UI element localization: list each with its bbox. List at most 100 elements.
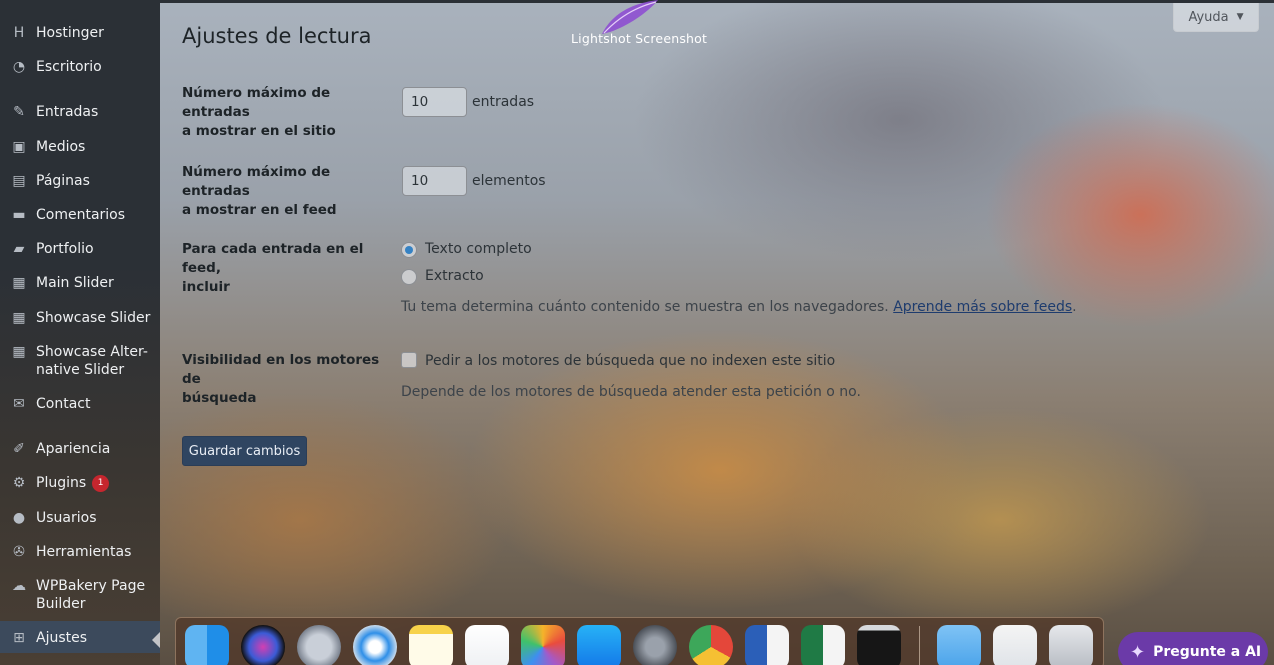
excel-icon[interactable] — [801, 625, 845, 665]
sidebar-item[interactable]: ✇ Herramientas — [0, 543, 160, 561]
sidebar-item-label-line: Comentarios — [36, 207, 126, 223]
chrome-icon[interactable] — [689, 625, 733, 665]
learn-feeds-link[interactable]: Aprende más sobre feeds — [893, 299, 1072, 315]
page-title: Ajustes de lectura — [182, 24, 372, 48]
mail-icon: ✉ — [13, 396, 25, 412]
sidebar-item[interactable]: ✎ Entradas — [0, 103, 160, 121]
chevron-down-icon: ▼ — [1236, 12, 1244, 22]
sidebar-item-label: Usuarios — [36, 509, 97, 527]
feed-items-input[interactable]: 10 — [402, 166, 467, 196]
word-icon[interactable] — [745, 625, 789, 665]
sidebar-item-label-line: Entradas — [36, 104, 99, 120]
lightshot-feather-icon — [602, 0, 658, 34]
sidebar-item-label-line: native Slider — [36, 362, 125, 378]
safari-icon[interactable] — [353, 625, 397, 665]
app-store-icon[interactable] — [577, 625, 621, 665]
sparkle-icon: ✦ — [1130, 641, 1146, 663]
terminal-icon[interactable] — [857, 625, 901, 665]
sidebar-item[interactable]: ▰ Portfolio — [0, 240, 160, 258]
preview-icon[interactable] — [993, 625, 1037, 665]
search-visibility-label: Visibilidad en los motores de búsqueda — [182, 351, 387, 408]
sidebar-item[interactable]: ⚙ Plugins 1 — [0, 474, 160, 492]
excerpt-radio[interactable] — [401, 269, 417, 285]
sidebar-item-label: Herramientas — [36, 543, 131, 561]
sidebar-item-label: Ajustes — [36, 629, 87, 647]
discourage-search-checkbox[interactable] — [401, 352, 417, 368]
include-label-line2: incluir — [182, 279, 230, 295]
sidebar-item[interactable]: ⊞ Ajustes — [0, 621, 160, 653]
posts-unit: entradas — [472, 94, 535, 110]
save-changes-button[interactable]: Guardar cambios — [182, 436, 307, 466]
posts-label-line1: Número máximo de entradas — [182, 85, 331, 120]
slider-icon: ▦ — [12, 275, 26, 291]
theme-desc-text: Tu tema determina cuánto contenido se mu… — [401, 299, 889, 315]
posts-per-page-input[interactable]: 10 — [402, 87, 467, 117]
settings-icon: ⊞ — [13, 630, 25, 646]
folder-icon[interactable] — [937, 625, 981, 665]
sidebar-item-label-line: Showcase Alter- — [36, 344, 148, 360]
sidebar-item-label: Plugins 1 — [36, 474, 110, 492]
feed-unit: elementos — [472, 173, 546, 189]
sidebar-item[interactable]: ✐ Apariencia — [0, 440, 160, 458]
full-text-radio[interactable] — [401, 242, 417, 258]
learn-period: . — [1072, 299, 1077, 315]
help-label: Ayuda — [1188, 9, 1229, 25]
sidebar-item[interactable]: ● Usuarios — [0, 509, 160, 527]
hostinger-icon: H — [13, 25, 25, 41]
launchpad-icon[interactable] — [297, 625, 341, 665]
sidebar-item[interactable]: ✉ Contact — [0, 395, 160, 413]
sidebar-item-label-line: Medios — [36, 139, 86, 155]
siri-icon[interactable] — [241, 625, 285, 665]
excerpt-label: Extracto — [425, 268, 484, 284]
sidebar-item-label: Showcase Alter-native Slider — [36, 343, 148, 379]
ask-ai-button[interactable]: ✦ Pregunte a AI — [1118, 632, 1268, 665]
sidebar-item[interactable]: ☁ WPBakery Page Builder — [0, 577, 160, 613]
photos-icon[interactable] — [521, 625, 565, 665]
plugin-icon: ⚙ — [12, 475, 26, 491]
feed-items-label: Número máximo de entradas a mostrar en e… — [182, 163, 387, 220]
slider-icon: ▦ — [12, 310, 26, 326]
sidebar-item-label-line: Hostinger — [36, 25, 104, 41]
sidebar-item-label: Hostinger — [36, 24, 104, 42]
sidebar-item-label: Contact — [36, 395, 90, 413]
sidebar-item[interactable]: ▦ Showcase Alter-native Slider — [0, 343, 160, 379]
system-preferences-icon[interactable] — [633, 625, 677, 665]
brush-icon: ✐ — [13, 441, 25, 457]
sidebar-item[interactable]: ▦ Main Slider — [0, 274, 160, 292]
slider-icon: ▦ — [12, 344, 26, 360]
sidebar-item[interactable]: ▬ Comentarios — [0, 206, 160, 224]
sidebar-item-label: Comentarios — [36, 206, 125, 224]
sidebar-item-label-line: Builder — [36, 596, 86, 612]
finder-icon[interactable] — [185, 625, 229, 665]
visibility-label-line1: Visibilidad en los motores de — [182, 352, 380, 387]
help-tab[interactable]: Ayuda ▼ — [1173, 3, 1259, 32]
sidebar-item-label: Portfolio — [36, 240, 94, 258]
sidebar-item-label: Apariencia — [36, 440, 110, 458]
sidebar-item-label: Páginas — [36, 172, 90, 190]
lightshot-label: Lightshot Screenshot — [571, 31, 708, 46]
admin-sidebar — [0, 0, 160, 665]
notes-icon[interactable] — [409, 625, 453, 665]
sidebar-item[interactable]: ▦ Showcase Slider — [0, 309, 160, 327]
sidebar-item[interactable]: ▤ Páginas — [0, 172, 160, 190]
sidebar-item-label-line: Showcase Slider — [36, 310, 151, 326]
full-text-label: Texto completo — [425, 241, 532, 257]
sidebar-item-label-line: Páginas — [36, 173, 90, 189]
trash-icon[interactable] — [1049, 625, 1093, 665]
pages-icon: ▤ — [12, 173, 26, 189]
posts-per-page-label: Número máximo de entradas a mostrar en e… — [182, 84, 387, 141]
sidebar-item-label-line: WPBakery Page — [36, 578, 146, 594]
dashboard-icon: ◔ — [12, 59, 26, 75]
sidebar-item-label-line: Main Slider — [36, 275, 114, 291]
sidebar-item[interactable]: ◔ Escritorio — [0, 58, 160, 76]
reminders-icon[interactable] — [465, 625, 509, 665]
discourage-search-label: Pedir a los motores de búsqueda que no i… — [425, 353, 836, 369]
admin-top-bar — [160, 0, 1274, 3]
wrench-icon: ✇ — [13, 544, 25, 560]
current-menu-arrow — [152, 632, 160, 648]
sidebar-item-label-line: Portfolio — [36, 241, 94, 257]
sidebar-item[interactable]: H Hostinger — [0, 24, 160, 42]
sidebar-item[interactable]: ▣ Medios — [0, 138, 160, 156]
sidebar-item-label-line: Ajustes — [36, 630, 88, 646]
sidebar-item-label-line: Plugins — [36, 475, 87, 491]
